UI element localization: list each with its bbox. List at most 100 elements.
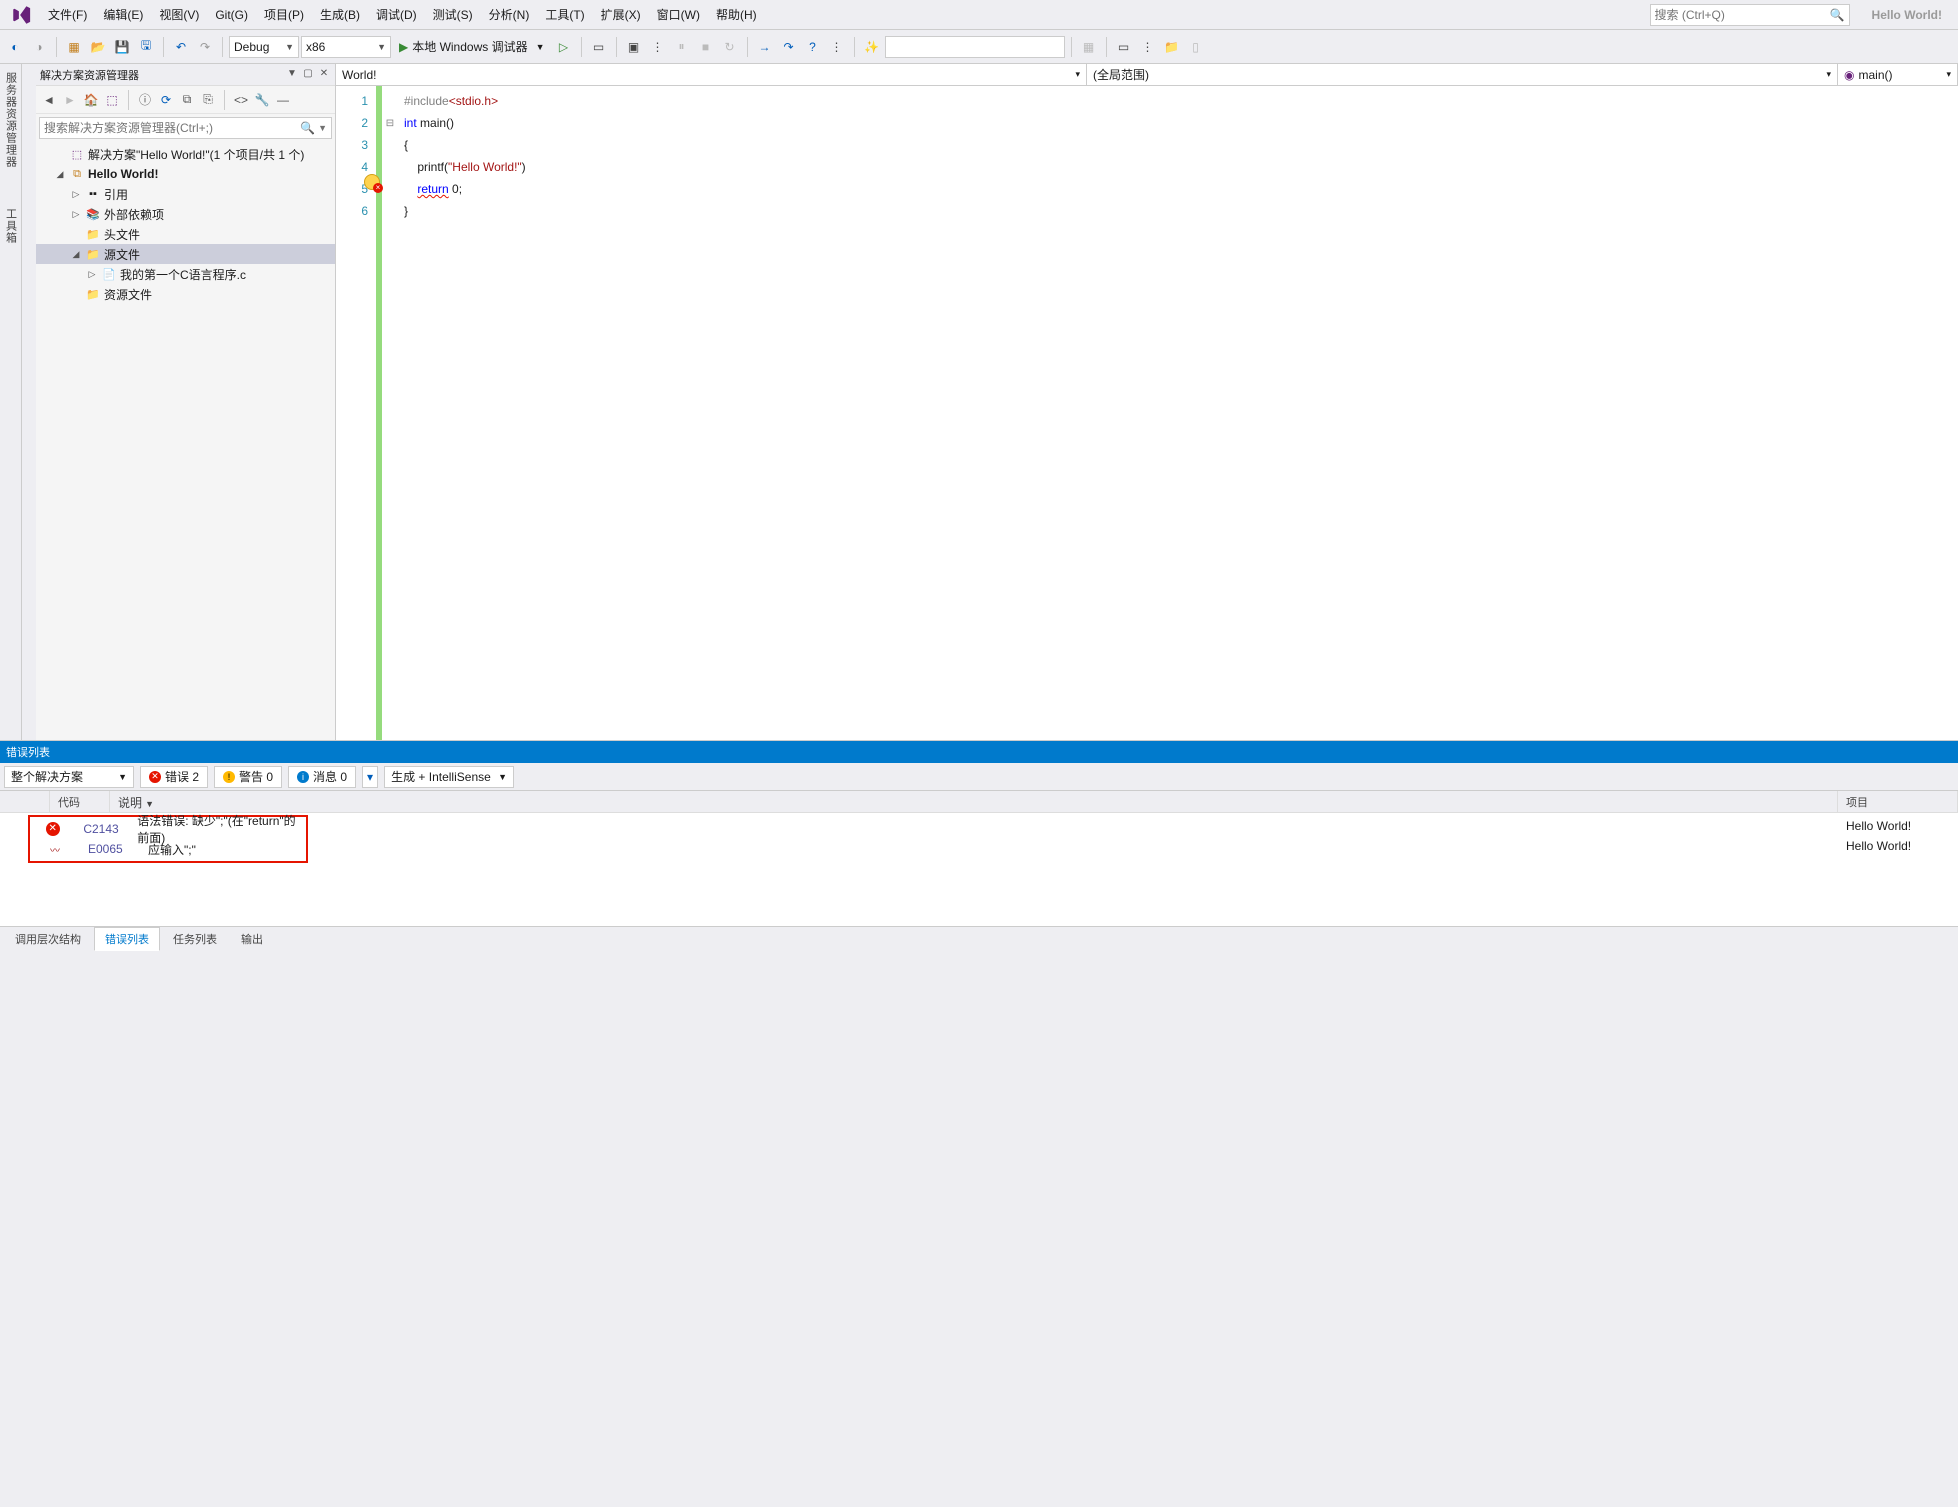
step-over-icon[interactable]: ↷ [778,36,800,58]
col-project[interactable]: 项目 [1838,791,1958,812]
nav-scope-combo[interactable]: (全局范围)▾ [1087,64,1838,85]
error-row[interactable]: ✕ C2143 语法错误: 缺少";"(在"return"的前面) [30,819,306,839]
tree-solution-node[interactable]: ⬚解决方案"Hello World!"(1 个项目/共 1 个) [36,144,335,164]
tab-output[interactable]: 输出 [230,927,274,951]
redo-icon[interactable]: ↷ [194,36,216,58]
se-collapse-icon[interactable]: ⧉ [178,91,196,109]
panel-dropdown-icon[interactable]: ▼ [285,68,299,82]
tb-icon-8[interactable]: ⋮ [1137,36,1159,58]
se-home-icon[interactable]: 🏠 [82,91,100,109]
menu-build[interactable]: 生成(B) [312,2,368,27]
tree-project-node[interactable]: ◢⧉Hello World! [36,164,335,184]
se-refresh-icon[interactable]: ⟳ [157,91,175,109]
menu-debug[interactable]: 调试(D) [368,2,425,27]
vs-logo-icon [10,3,34,27]
error-list-title: 错误列表 [0,741,1958,763]
menu-view[interactable]: 视图(V) [151,2,207,27]
se-props-icon[interactable]: 🔧 [253,91,271,109]
panel-close-icon[interactable]: ✕ [317,68,331,82]
filter-icon: 📁 [85,246,101,262]
menu-project[interactable]: 项目(P) [256,2,312,27]
tab-error-list[interactable]: 错误列表 [94,927,160,951]
start-without-debug-icon[interactable]: ▷ [553,36,575,58]
start-debug-button[interactable]: ▶本地 Windows 调试器▼ [393,36,551,58]
se-fwd-icon[interactable]: ► [61,91,79,109]
config-combo[interactable]: Debug▼ [229,36,299,58]
col-desc[interactable]: 说明 ▼ [110,791,1838,812]
filter-icon: 📁 [85,226,101,242]
nav-project-combo[interactable]: World!▾ [336,64,1087,85]
solution-explorer-search[interactable]: 🔍▼ [39,117,332,139]
tb-icon-6[interactable]: ▦ [1078,36,1100,58]
menu-extensions[interactable]: 扩展(X) [593,2,649,27]
save-icon[interactable]: 💾 [111,36,133,58]
tb-icon-2[interactable]: ▣ [623,36,645,58]
nav-member-combo[interactable]: ◉main()▾ [1838,64,1958,85]
save-all-icon[interactable]: 🖫 [135,36,157,58]
func-icon: ◉ [1844,68,1854,82]
tree-sources-node[interactable]: ◢📁源文件 [36,244,335,264]
menu-edit[interactable]: 编辑(E) [95,2,151,27]
col-code[interactable]: 代码 [50,791,110,812]
tree-resources-node[interactable]: 📁资源文件 [36,284,335,304]
build-intellisense-toggle[interactable]: ▾ [362,766,378,788]
tb-icon-5[interactable]: ✨ [861,36,883,58]
tb-icon-3[interactable]: ⋮ [647,36,669,58]
tab-call-hierarchy[interactable]: 调用层次结构 [4,927,92,951]
menu-git[interactable]: Git(G) [207,4,256,26]
tab-task-list[interactable]: 任务列表 [162,927,228,951]
tb-long-combo[interactable] [885,36,1065,58]
tree-references-node[interactable]: ▷▪▪引用 [36,184,335,204]
menu-test[interactable]: 测试(S) [425,2,481,27]
step-into-icon[interactable]: → [754,36,776,58]
open-icon[interactable]: 📂 [87,36,109,58]
new-project-icon[interactable]: ▦ [63,36,85,58]
step-out-icon[interactable]: ? [802,36,824,58]
solution-explorer-search-input[interactable] [44,121,300,135]
menu-tools[interactable]: 工具(T) [537,2,592,27]
tb-pause-icon[interactable]: ⏸ [671,36,693,58]
warning-icon: ! [223,771,235,783]
error-source-combo[interactable]: 生成 + IntelliSense▼ [384,766,514,788]
menu-help[interactable]: 帮助(H) [708,2,765,27]
code-text[interactable]: #include<stdio.h> int main() { printf("H… [398,86,526,740]
se-switchview-icon[interactable]: ⬚ [103,91,121,109]
se-copy-icon[interactable]: ⎘ [199,91,217,109]
se-filter-icon[interactable]: ⓘ [136,91,154,109]
error-scope-combo[interactable]: 整个解决方案▼ [4,766,134,788]
undo-icon[interactable]: ↶ [170,36,192,58]
se-back-icon[interactable]: ◄ [40,91,58,109]
tb-restart-icon[interactable]: ↻ [719,36,741,58]
main-toolbar: ◐ ◑ ▦ 📂 💾 🖫 ↶ ↷ Debug▼ x86▼ ▶本地 Windows … [0,30,1958,64]
tb-icon-9[interactable]: 📁 [1161,36,1183,58]
quick-search-input[interactable] [1655,8,1830,22]
quick-search[interactable]: 🔍 [1650,4,1850,26]
tree-sourcefile-node[interactable]: ▷📄我的第一个C语言程序.c [36,264,335,284]
tb-icon-1[interactable]: ▭ [588,36,610,58]
tb-stop-icon[interactable]: ■ [695,36,717,58]
server-explorer-tab[interactable]: 服务器资源管理器 [3,72,19,168]
fold-toggle-icon[interactable]: ⊟ [382,112,398,134]
solution-tree: ⬚解决方案"Hello World!"(1 个项目/共 1 个) ◢⧉Hello… [36,142,335,740]
menu-window[interactable]: 窗口(W) [649,2,708,27]
platform-combo[interactable]: x86▼ [301,36,391,58]
tree-externaldeps-node[interactable]: ▷📚外部依赖项 [36,204,335,224]
tree-headers-node[interactable]: 📁头文件 [36,224,335,244]
menu-analyze[interactable]: 分析(N) [481,2,538,27]
nav-back-icon[interactable]: ◐ [4,36,26,58]
code-surface[interactable]: 123456 ⊟ #include<stdio.h> int main() { … [336,86,1958,740]
menu-file[interactable]: 文件(F) [40,2,95,27]
toolbox-tab[interactable]: 工具箱 [3,208,19,244]
se-more-icon[interactable]: — [274,91,292,109]
tb-icon-7[interactable]: ▭ [1113,36,1135,58]
nav-fwd-icon[interactable]: ◑ [28,36,50,58]
warnings-filter-button[interactable]: !警告 0 [214,766,282,788]
panel-pin-icon[interactable]: ▢ [301,68,315,82]
messages-filter-button[interactable]: i消息 0 [288,766,356,788]
error-icon: ✕ [149,771,161,783]
tb-icon-10[interactable]: ▯ [1185,36,1207,58]
se-code-icon[interactable]: <> [232,91,250,109]
tb-icon-4[interactable]: ⋮ [826,36,848,58]
lightbulb-error-icon[interactable] [364,174,380,190]
errors-filter-button[interactable]: ✕错误 2 [140,766,208,788]
